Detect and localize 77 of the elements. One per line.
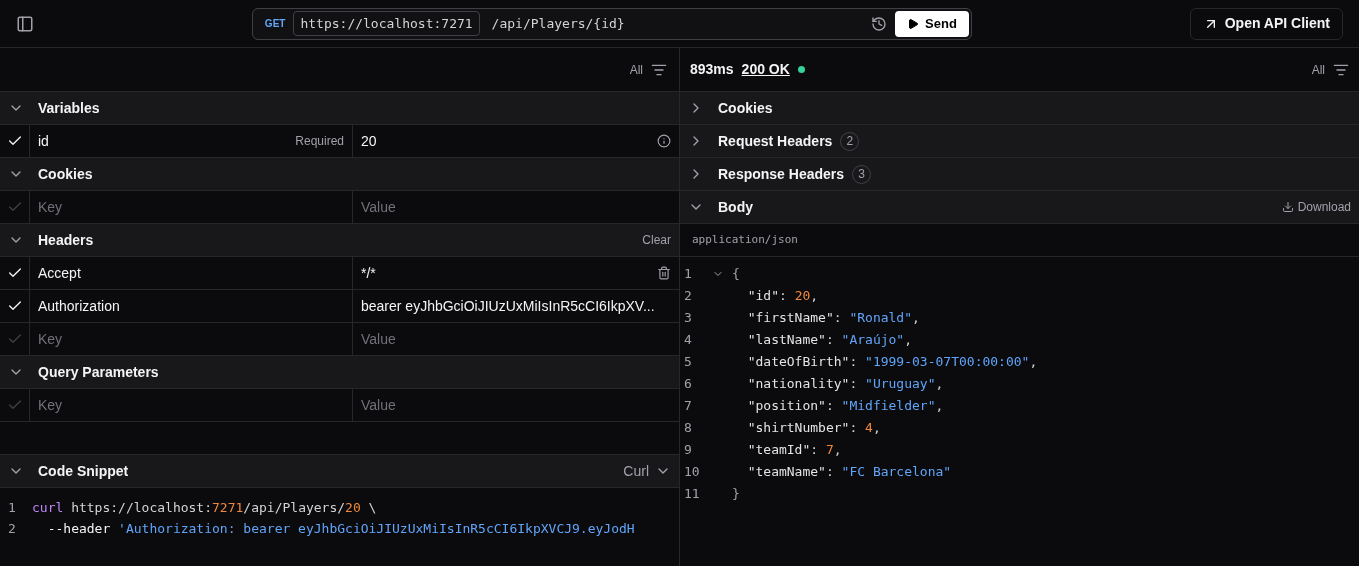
- value-text[interactable]: bearer eyJhbGciOiJIUzUxMiIsInR5cCI6IkpXV...: [361, 295, 655, 317]
- key-field[interactable]: Key: [38, 328, 344, 350]
- section-header[interactable]: Variables: [0, 92, 679, 125]
- section-header[interactable]: Request Headers 2: [680, 125, 1359, 158]
- section-title: Headers: [38, 230, 94, 250]
- download-link[interactable]: Download: [1281, 198, 1351, 216]
- section-title: Cookies: [718, 98, 773, 118]
- code-text: {: [732, 265, 740, 283]
- code-text: "id": 20,: [746, 287, 819, 305]
- delete-icon[interactable]: [657, 266, 671, 280]
- base-url[interactable]: https://localhost:7271: [293, 10, 480, 37]
- required-label: Required: [295, 133, 344, 150]
- code-text: }: [732, 485, 740, 503]
- code-text: "lastName": "Araújo",: [746, 331, 913, 349]
- line-number: 9: [683, 441, 693, 459]
- line-number: 3: [683, 309, 693, 327]
- key-field[interactable]: Key: [38, 394, 344, 416]
- url-path[interactable]: /api/Players/{id}: [491, 13, 625, 34]
- value-text[interactable]: */*: [361, 262, 376, 284]
- value-field[interactable]: Value: [361, 196, 671, 218]
- method-label[interactable]: GET: [264, 16, 286, 31]
- response-time: 893ms: [690, 60, 734, 79]
- open-client-button[interactable]: Open API Client: [1189, 7, 1343, 40]
- section-header[interactable]: Body Download: [680, 191, 1359, 224]
- download-icon: [1281, 201, 1294, 213]
- code-text: "dateOfBirth": "1999-03-07T00:00:00",: [746, 353, 1038, 371]
- line-number: 5: [683, 353, 693, 371]
- section-title: Cookies: [38, 164, 93, 184]
- line-number: 2: [7, 520, 17, 538]
- info-icon[interactable]: [657, 134, 671, 148]
- history-icon[interactable]: [871, 15, 888, 32]
- key-field[interactable]: Key: [38, 196, 344, 218]
- line-number: 10: [683, 463, 701, 481]
- section-header[interactable]: Cookies: [680, 92, 1359, 125]
- line-number: 2: [683, 287, 693, 305]
- code-text: "nationality": "Uruguay",: [746, 375, 944, 393]
- code-text: "firstName": "Ronald",: [746, 309, 920, 327]
- section-title: Response Headers: [718, 164, 845, 184]
- clear-link[interactable]: Clear: [642, 231, 671, 249]
- section-header[interactable]: Query Parameters: [0, 356, 679, 389]
- code-text: --header 'Authorization: bearer eyJhbGciOiJIUzUxMiIsInR5cCI6IkpXVCJ9.eyJodH: [46, 520, 635, 538]
- value-field[interactable]: Value: [361, 394, 671, 416]
- line-number: 6: [683, 375, 693, 393]
- send-button[interactable]: Send: [895, 10, 969, 37]
- line-number: 1: [7, 499, 17, 517]
- filter-label[interactable]: All: [1311, 60, 1325, 79]
- section-title: Request Headers: [718, 131, 833, 151]
- code-text: curl https://localhost:7271/api/Players/20 \: [32, 499, 377, 517]
- code-text: "teamId": 7,: [746, 441, 842, 459]
- line-number: 4: [683, 331, 693, 349]
- play-icon: [907, 17, 920, 30]
- section-header[interactable]: Response Headers 3: [680, 158, 1359, 191]
- key-text[interactable]: Authorization: [38, 295, 120, 317]
- key-text[interactable]: id: [38, 130, 49, 152]
- key-text[interactable]: Accept: [38, 262, 81, 284]
- section-header[interactable]: Headers Clear: [0, 224, 679, 257]
- code-text: "teamName": "FC Barcelona": [746, 463, 952, 481]
- code-text: "shirtNumber": 4,: [746, 419, 881, 437]
- section-header[interactable]: Code Snippet Curl: [0, 455, 679, 488]
- value-field[interactable]: Value: [361, 328, 671, 350]
- content-type: application/json: [692, 231, 798, 248]
- sidebar-toggle-icon[interactable]: [16, 14, 34, 33]
- url-bar[interactable]: GET https://localhost:7271 /api/Players/{id} Send: [251, 7, 972, 40]
- section-title: Query Parameters: [38, 362, 159, 382]
- language-select[interactable]: Curl: [623, 460, 671, 482]
- line-number: 7: [683, 397, 693, 415]
- line-number: 8: [683, 419, 693, 437]
- section-title: Variables: [38, 98, 100, 118]
- section-title: Code Snippet: [38, 461, 129, 481]
- section-header[interactable]: Cookies: [0, 158, 679, 191]
- code-text: "position": "Midfielder",: [746, 397, 944, 415]
- section-title: Body: [718, 197, 753, 217]
- line-number: 11: [683, 485, 701, 503]
- status-link[interactable]: 200 OK: [741, 59, 790, 80]
- value-text[interactable]: 20: [361, 130, 377, 152]
- filter-label[interactable]: All: [629, 60, 643, 79]
- line-number: 1: [683, 265, 693, 283]
